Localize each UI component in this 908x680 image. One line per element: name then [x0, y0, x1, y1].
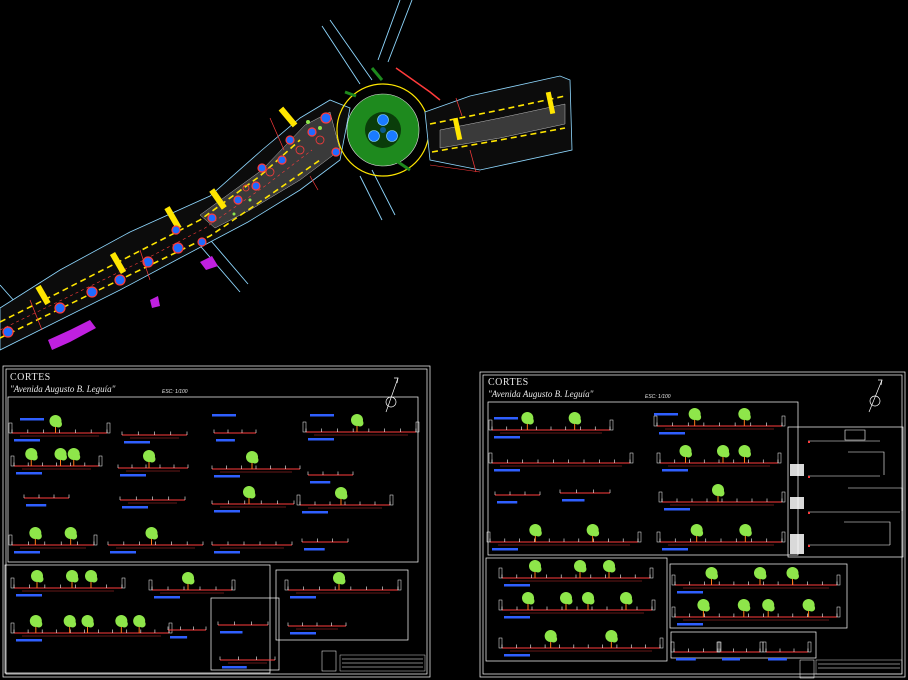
street-cross-sections — [8, 408, 841, 669]
cross-section-profile — [23, 494, 70, 507]
sheet-left-title: CORTES — [10, 372, 51, 383]
cross-section-profile — [296, 487, 394, 514]
cross-section-profile — [494, 491, 541, 504]
cad-drawing-canvas — [0, 0, 906, 679]
cross-section-profile — [10, 448, 103, 475]
cross-section-profile — [10, 570, 126, 597]
cross-section-profile — [8, 527, 98, 554]
cross-section-profile — [217, 621, 269, 634]
sheet-right-subtitle: "Avenida Augusto B. Leguía" — [488, 389, 594, 399]
cross-section-profile — [121, 431, 188, 444]
sheet-right-scale: ESC: 1/100 — [645, 394, 671, 400]
sheet-left-subtitle: "Avenida Augusto B. Leguía" — [10, 384, 116, 394]
cross-section-profile — [287, 622, 347, 635]
cross-section-profile — [498, 592, 656, 619]
roundabout — [336, 83, 430, 177]
cross-section-profile — [167, 626, 207, 639]
cross-section-profile — [284, 572, 402, 599]
cross-section-profile — [117, 450, 189, 477]
cross-section-profile — [302, 414, 420, 441]
section-label-bar — [212, 414, 236, 417]
cross-section-profile — [498, 630, 664, 657]
cross-section-profile — [656, 445, 782, 472]
section-label-bar — [494, 417, 518, 420]
cross-section-profile — [488, 452, 634, 472]
cross-section-profile — [498, 560, 654, 587]
cross-section-profile — [211, 451, 301, 478]
cross-section-profile — [658, 484, 786, 511]
section-label-bar — [654, 413, 678, 416]
cross-section-profile — [307, 471, 354, 484]
cross-section-profile — [119, 496, 186, 509]
sheet-left-compass — [385, 377, 399, 413]
cross-section-profile — [671, 599, 841, 626]
cross-section-profile — [213, 429, 257, 442]
cross-section-profile — [211, 486, 295, 513]
sheet-right-details — [790, 429, 903, 554]
cross-section-profile — [107, 527, 204, 554]
cross-section-profile — [10, 615, 173, 642]
section-label-bar — [310, 414, 334, 417]
cross-section-profile — [653, 408, 786, 435]
sheet-left-frame — [2, 365, 431, 678]
sheet-left-scale: ESC: 1/100 — [162, 389, 188, 395]
avenue-plan-view — [0, 0, 573, 351]
cross-section-profile — [671, 567, 841, 594]
cross-section-profile — [488, 412, 614, 439]
cross-section-profile — [656, 524, 786, 551]
sheet-left-title-block — [321, 650, 426, 672]
sheet-right-title-block — [799, 659, 903, 679]
cross-section-profile — [211, 541, 293, 554]
cross-section-profile — [486, 524, 642, 551]
cross-section-profile — [559, 489, 611, 502]
section-label-bar — [20, 418, 44, 421]
cross-section-profile — [219, 656, 276, 669]
cross-section-profile — [148, 572, 236, 599]
sheet-right-compass — [868, 379, 883, 413]
sheet-right-title: CORTES — [488, 377, 529, 388]
cross-section-profile — [301, 538, 349, 551]
